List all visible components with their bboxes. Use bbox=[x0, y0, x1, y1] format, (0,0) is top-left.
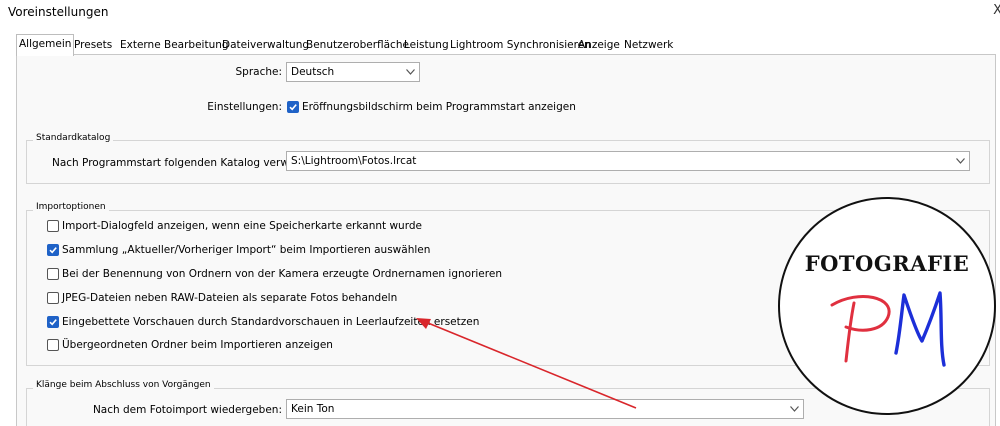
watermark-text: FOTOGRAFIE bbox=[804, 251, 970, 276]
watermark-logo: FOTOGRAFIE bbox=[778, 197, 996, 415]
monogram-icon bbox=[830, 291, 946, 367]
tab-allgemein[interactable]: Allgemein bbox=[16, 34, 75, 56]
